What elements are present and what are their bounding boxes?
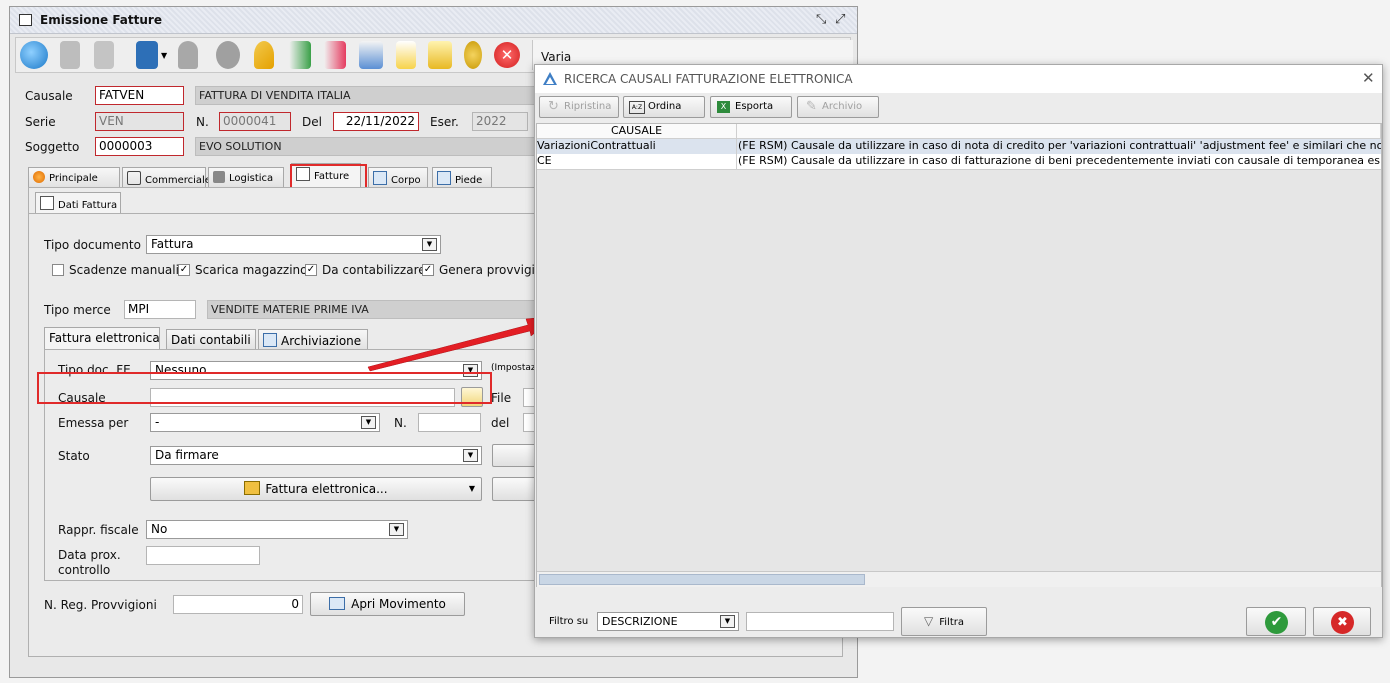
column-header-description[interactable] bbox=[737, 124, 1381, 139]
dialog-title: RICERCA CAUSALI FATTURAZIONE ELETTRONICA bbox=[564, 72, 853, 86]
archivio-button[interactable]: ✎ Archivio bbox=[797, 96, 879, 118]
pencil-icon: ✎ bbox=[806, 99, 817, 114]
row-description: (FE RSM) Causale da utilizzare in caso d… bbox=[738, 139, 1381, 152]
causali-table: CAUSALE VariazioniContrattuali (FE RSM) … bbox=[536, 123, 1382, 587]
scrollbar-thumb[interactable] bbox=[539, 574, 865, 585]
excel-icon: X bbox=[717, 101, 730, 113]
archivio-label: Archivio bbox=[822, 101, 863, 112]
funnel-icon: ▽ bbox=[924, 614, 934, 628]
row-code: CE bbox=[537, 154, 737, 169]
horizontal-scrollbar[interactable] bbox=[537, 571, 1381, 587]
row-description: (FE RSM) Causale da utilizzare in caso d… bbox=[738, 154, 1381, 167]
ordina-button[interactable]: A:Z Ordina bbox=[623, 96, 705, 118]
arrow-shape bbox=[367, 315, 557, 372]
table-row[interactable]: VariazioniContrattuali (FE RSM) Causale … bbox=[537, 139, 1381, 154]
filter-field-select[interactable]: DESCRIZIONE ▼ bbox=[597, 612, 739, 631]
ripristina-label: Ripristina bbox=[564, 101, 612, 112]
filter-field-value: DESCRIZIONE bbox=[602, 615, 678, 628]
filter-input[interactable] bbox=[746, 612, 894, 631]
search-dialog: RICERCA CAUSALI FATTURAZIONE ELETTRONICA… bbox=[534, 64, 1383, 638]
cancel-x-icon: ✖ bbox=[1331, 611, 1354, 634]
table-row[interactable]: CE (FE RSM) Causale da utilizzare in cas… bbox=[537, 154, 1381, 170]
close-icon[interactable]: ✕ bbox=[1362, 69, 1375, 87]
confirm-button[interactable]: ✔ bbox=[1246, 607, 1306, 636]
filtra-label: Filtra bbox=[939, 617, 964, 628]
chevron-down-icon[interactable]: ▼ bbox=[720, 615, 735, 628]
filtro-su-label: Filtro su bbox=[549, 616, 589, 627]
esporta-label: Esporta bbox=[735, 101, 774, 112]
filtra-button[interactable]: ▽ Filtra bbox=[901, 607, 987, 636]
dialog-title-bar: RICERCA CAUSALI FATTURAZIONE ELETTRONICA… bbox=[535, 65, 1382, 93]
app-logo-icon bbox=[543, 72, 557, 85]
esporta-button[interactable]: X Esporta bbox=[710, 96, 792, 118]
sort-icon: A:Z bbox=[629, 101, 645, 114]
refresh-icon: ↻ bbox=[548, 99, 559, 114]
column-header-causale[interactable]: CAUSALE bbox=[537, 124, 737, 139]
row-code: VariazioniContrattuali bbox=[537, 139, 737, 154]
checkmark-icon: ✔ bbox=[1265, 611, 1288, 634]
ordina-label: Ordina bbox=[648, 101, 682, 112]
cancel-button[interactable]: ✖ bbox=[1313, 607, 1371, 636]
ripristina-button[interactable]: ↻ Ripristina bbox=[539, 96, 619, 118]
